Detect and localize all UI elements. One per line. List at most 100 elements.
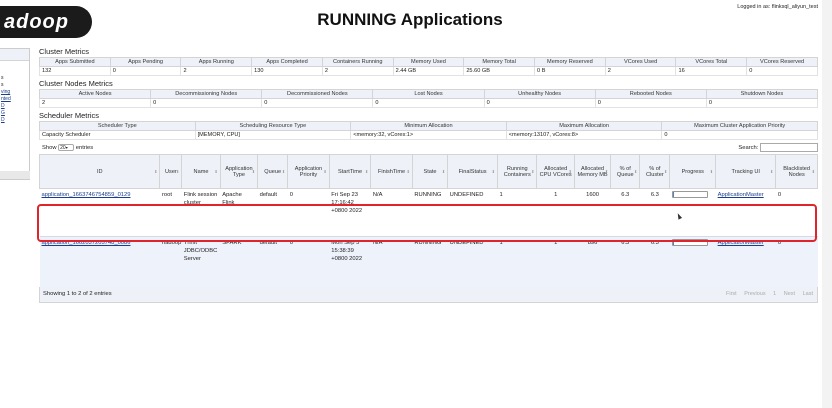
progress-fill	[672, 192, 674, 197]
sidebar-item-accepted[interactable]: D	[0, 103, 29, 110]
column-header-label: Running Containers	[503, 165, 531, 178]
node-metric-value-6: 0	[705, 98, 819, 108]
app-queue: default	[257, 236, 288, 287]
search-input[interactable]	[760, 143, 818, 152]
app-running-containers: 1	[497, 236, 537, 287]
node-metric-value-4: 0	[483, 98, 596, 108]
cluster-metric-header-3: Apps Completed	[251, 57, 323, 67]
cluster-metric-value-9: 16	[675, 66, 748, 76]
app-vcores: 1	[536, 236, 575, 287]
scheduler-metric-header-2: Minimum Allocation	[350, 121, 507, 131]
column-header-7[interactable]: FinishTime ⬍	[370, 154, 413, 189]
cluster-metric-value-2: 2	[180, 66, 253, 76]
scheduler-metrics-table: Scheduler Type Scheduling Resource Type Mi…	[39, 121, 818, 140]
column-header-label: Application Priority	[294, 165, 323, 178]
sort-icon: ⬍	[441, 169, 446, 174]
hadoop-logo[interactable]: adoop	[0, 6, 92, 38]
column-header-1[interactable]: User ⬍	[159, 154, 183, 189]
app-finish-time: N/A	[370, 236, 413, 287]
entries-info: Showing 1 to 2 of 2 entries	[43, 290, 112, 297]
column-header-17[interactable]: Blacklisted Nodes ⬍	[775, 154, 818, 189]
app-final-status: UNDEFINED	[447, 236, 498, 287]
column-header-8[interactable]: State ⬍	[411, 154, 449, 189]
previous-page-button[interactable]: Previous	[744, 291, 765, 297]
column-header-9[interactable]: FinalStatus ⬍	[447, 154, 499, 189]
sort-icon: ⬍	[214, 169, 218, 174]
sidebar-item-saving[interactable]: ving	[0, 89, 29, 96]
last-page-button[interactable]: Last	[803, 291, 813, 297]
column-header-5[interactable]: Application Priority ⬍	[287, 154, 330, 189]
scheduler-metric-header-0: Scheduler Type	[39, 121, 196, 131]
column-header-14[interactable]: % of Cluster ⬍	[639, 154, 671, 189]
app-priority: 0	[287, 236, 330, 287]
node-metric-header-0: Active Nodes	[38, 89, 152, 99]
next-page-button[interactable]: Next	[784, 291, 795, 297]
sort-icon: ⬍	[568, 169, 572, 174]
entries-select[interactable]: 20▾	[58, 144, 75, 151]
sort-icon: ⬍	[281, 169, 286, 174]
column-header-label: StartTime	[338, 168, 363, 175]
scrollbar-gutter	[822, 0, 832, 408]
node-metric-header-4: Unhealthy Nodes	[483, 89, 596, 99]
cluster-metric-header-5: Memory Used	[392, 57, 465, 67]
app-state: RUNNING	[412, 236, 448, 287]
column-header-6[interactable]: StartTime ⬍	[328, 154, 372, 189]
column-header-2[interactable]: Name ⬍	[181, 154, 221, 189]
scheduler-metric-value-0: Capacity Scheduler	[39, 130, 196, 140]
sidebar-item[interactable]: s	[0, 75, 29, 82]
chevron-down-icon: ▾	[65, 145, 68, 150]
cluster-metric-value-3: 130	[251, 66, 323, 76]
node-metric-value-5: 0	[594, 98, 707, 108]
cluster-metric-header-8: VCores Used	[604, 57, 677, 67]
cluster-metrics-table: Apps Submitted Apps Pending Apps Running Ap…	[39, 57, 818, 76]
sidebar-item-finished[interactable]: D	[0, 117, 29, 124]
column-header-0[interactable]: ID ⬍	[38, 154, 161, 189]
sort-icon: ⬍	[491, 169, 496, 174]
cluster-metric-header-9: VCores Total	[675, 57, 748, 67]
tracking-ui-link[interactable]: ApplicationMaster	[718, 192, 764, 198]
sort-icon: ⬍	[323, 169, 327, 174]
scheduler-metric-value-1: [MEMORY, CPU]	[194, 130, 352, 140]
page-title: RUNNING Applications	[317, 10, 503, 29]
cluster-metric-value-5: 2.44 GB	[392, 66, 465, 76]
node-metric-header-1: Decommissioning Nodes	[150, 89, 263, 99]
cluster-metric-value-10: 0	[746, 66, 818, 76]
first-page-button[interactable]: First	[726, 291, 737, 297]
cluster-metric-value-8: 2	[604, 66, 677, 76]
sidebar-footer-bar	[0, 171, 30, 179]
app-id-link[interactable]: application_1663746754859_0129	[42, 192, 131, 198]
column-header-label: Progress	[681, 168, 704, 175]
scheduler-metric-header-3: Maximum Allocation	[505, 121, 663, 131]
node-metric-value-1: 0	[150, 98, 263, 108]
column-header-16[interactable]: Tracking UI ⬍	[715, 154, 777, 189]
page-number-button[interactable]: 1	[773, 291, 776, 297]
cluster-metric-header-1: Apps Pending	[109, 57, 182, 67]
column-header-15[interactable]: Progress ⬍	[669, 154, 717, 189]
column-header-3[interactable]: Application Type ⬍	[219, 154, 259, 189]
scheduler-metric-header-4: Maximum Cluster Application Priority	[661, 121, 818, 131]
cluster-metric-value-7: 0 B	[534, 66, 606, 76]
column-header-10[interactable]: Running Containers ⬍	[497, 154, 538, 189]
node-metric-value-2: 0	[261, 98, 374, 108]
sidebar-item-running[interactable]: G	[0, 110, 29, 117]
column-header-11[interactable]: Allocated CPU VCores ⬍	[536, 154, 575, 189]
sort-icon: ⬍	[633, 169, 638, 174]
column-header-label: Queue	[264, 168, 282, 175]
column-header-label: FinishTime	[378, 168, 406, 175]
column-header-label: State	[423, 168, 437, 175]
column-header-4[interactable]: Queue ⬍	[257, 154, 289, 189]
column-header-13[interactable]: % of Queue ⬍	[610, 154, 641, 189]
sidebar-header	[0, 49, 29, 61]
cluster-metric-value-1: 0	[109, 66, 182, 76]
app-pct-cluster: 6.3	[639, 236, 670, 287]
app-memory-mb: 896	[574, 236, 611, 287]
app-name: Thrift JDBC/ODBC Server	[181, 236, 221, 287]
sidebar-item[interactable]: s	[0, 82, 29, 89]
sort-icon: ⬍	[531, 169, 535, 174]
sort-icon: ⬍	[709, 169, 714, 174]
sidebar-item-submitted[interactable]: nted	[0, 96, 29, 103]
cluster-metrics-title: Cluster Metrics	[39, 47, 90, 56]
sort-icon: ⬍	[811, 169, 815, 174]
cluster-metric-header-4: Containers Running	[321, 57, 394, 67]
column-header-12[interactable]: Allocated Memory MB ⬍	[573, 154, 612, 189]
